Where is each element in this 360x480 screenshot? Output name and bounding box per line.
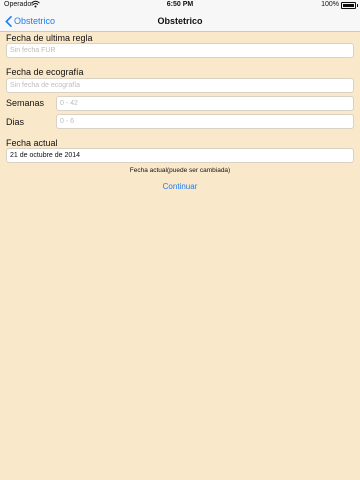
eco-label: Fecha de ecografía xyxy=(6,67,84,77)
eco-field[interactable]: Sin fecha de ecografía xyxy=(6,78,354,93)
continue-button[interactable]: Continuar xyxy=(0,182,360,191)
status-bar: Operador 6:50 PM 100% xyxy=(0,0,360,11)
fur-field[interactable]: Sin fecha FUR xyxy=(6,43,354,58)
page-title: Obstetrico xyxy=(157,16,203,26)
fur-label: Fecha de ultima regla xyxy=(6,33,93,43)
dias-label: Dias xyxy=(6,117,25,127)
battery-icon xyxy=(341,2,358,9)
dias-field[interactable]: 0 - 6 xyxy=(56,114,354,129)
battery-percent: 100% xyxy=(321,1,339,8)
semanas-field[interactable]: 0 - 42 xyxy=(56,96,354,111)
actual-date-field[interactable]: 21 de octubre de 2014 xyxy=(6,148,354,163)
actual-label: Fecha actual xyxy=(6,138,58,148)
navigation-bar: Obstetrico Obstetrico xyxy=(0,11,360,32)
semanas-label: Semanas xyxy=(6,98,45,108)
date-hint: Fecha actual(puede ser cambiada) xyxy=(129,167,231,174)
clock: 6:50 PM xyxy=(166,1,194,8)
